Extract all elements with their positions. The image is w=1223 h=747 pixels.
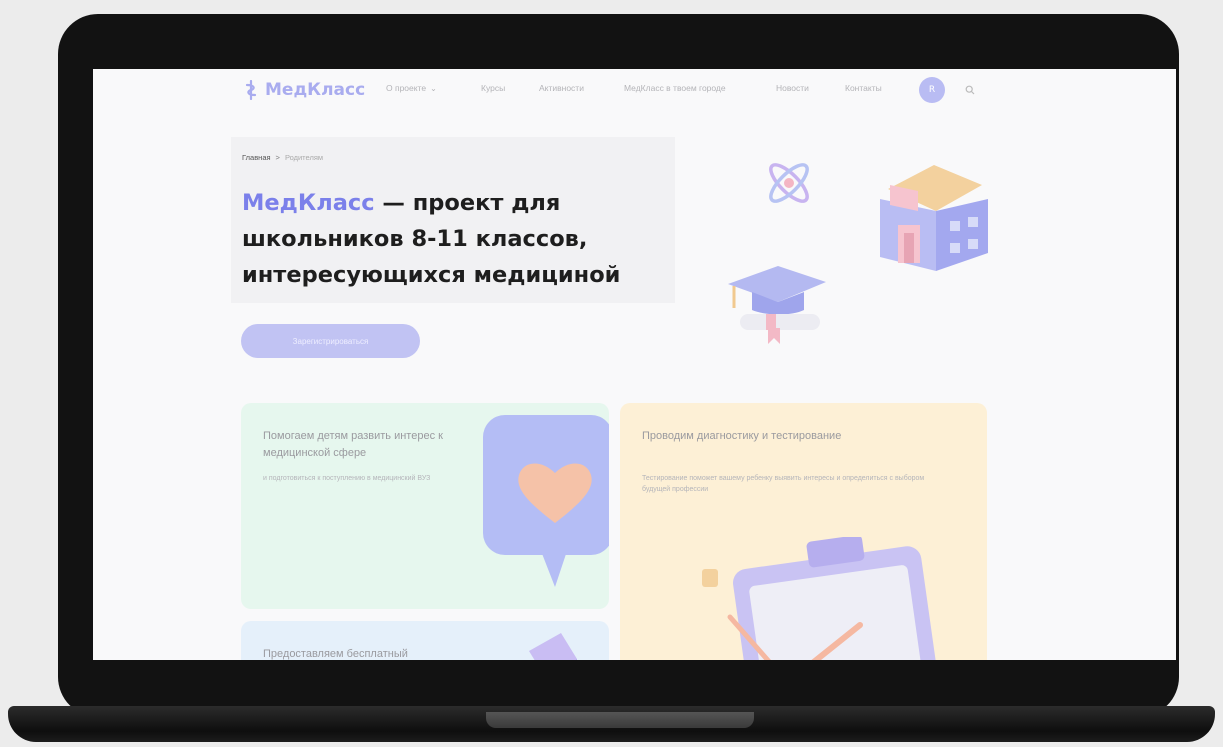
nav-item-about[interactable]: О проекте ⌄ bbox=[386, 83, 437, 93]
nav-item-courses[interactable]: Курсы bbox=[481, 83, 505, 93]
feature-card-diagnostics[interactable]: Проводим диагностику и тестирование Тест… bbox=[620, 403, 987, 660]
card-title: Проводим диагностику и тестирование bbox=[642, 430, 842, 442]
card-title: Предоставляем бесплатный bbox=[263, 648, 408, 660]
website-screen: МедКласс О проекте ⌄ Курсы Активности Мед… bbox=[93, 69, 1176, 660]
feature-card-free[interactable]: Предоставляем бесплатный bbox=[241, 621, 609, 660]
book-icon bbox=[529, 633, 577, 660]
card-description: Тестирование поможет вашему ребенку выяв… bbox=[642, 475, 925, 493]
breadcrumb-separator: > bbox=[275, 153, 280, 162]
user-avatar[interactable]: R bbox=[919, 77, 945, 103]
laptop-notch bbox=[486, 712, 754, 728]
caduceus-logo-icon bbox=[245, 80, 257, 100]
search-icon[interactable] bbox=[962, 82, 978, 98]
site-logo[interactable]: МедКласс bbox=[241, 80, 365, 100]
logo-text: МедКласс bbox=[265, 80, 366, 100]
nav-item-news[interactable]: Новости bbox=[776, 83, 809, 93]
site-header: МедКласс О проекте ⌄ Курсы Активности Мед… bbox=[93, 69, 1176, 113]
register-button[interactable]: Зарегистрироваться bbox=[241, 324, 420, 358]
graduation-cap-icon bbox=[728, 266, 826, 344]
card-description: и подготовиться к поступлению в медицинс… bbox=[263, 475, 431, 482]
nav-item-contacts[interactable]: Контакты bbox=[845, 83, 882, 93]
school-building-icon bbox=[880, 165, 988, 271]
atom-icon bbox=[769, 163, 809, 203]
title-accent: МедКласс bbox=[242, 190, 375, 216]
heart-message-icon bbox=[483, 415, 609, 587]
breadcrumb: Главная > Родителям bbox=[242, 153, 323, 162]
breadcrumb-current: Родителям bbox=[284, 153, 324, 162]
page-title: МедКласс — проект для школьников 8-11 кл… bbox=[242, 185, 682, 293]
breadcrumb-home[interactable]: Главная bbox=[242, 153, 271, 162]
card-title: Помогаем детям развить интерес к медицин… bbox=[263, 430, 443, 459]
nav-item-label: О проекте bbox=[386, 83, 427, 93]
clipboard-icon bbox=[702, 537, 938, 660]
feature-card-interest[interactable]: Помогаем детям развить интерес к медицин… bbox=[241, 403, 609, 609]
chevron-down-icon: ⌄ bbox=[430, 84, 437, 93]
nav-item-activities[interactable]: Активности bbox=[539, 83, 584, 93]
nav-item-city[interactable]: МедКласс в твоем городе bbox=[624, 83, 726, 93]
